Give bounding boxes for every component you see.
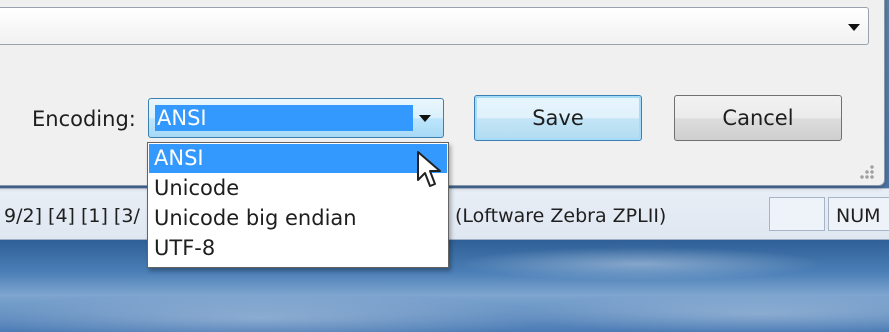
encoding-option-ansi[interactable]: ANSI [149, 144, 447, 173]
encoding-option-unicode-big-endian[interactable]: Unicode big endian [149, 204, 447, 233]
save-button[interactable]: Save [474, 95, 642, 141]
encoding-select-value: ANSI [155, 105, 413, 131]
encoding-option-utf-8[interactable]: UTF-8 [149, 234, 447, 263]
status-text-left: 9/2] [4] [1] [3/ [4, 205, 140, 227]
chevron-down-icon[interactable] [848, 24, 860, 31]
mouse-pointer-icon [417, 151, 441, 187]
resize-grip-icon[interactable] [860, 165, 874, 179]
cancel-button[interactable]: Cancel [674, 95, 842, 141]
status-text-printer: (Loftware Zebra ZPLII) [455, 205, 667, 227]
encoding-label: Encoding: [32, 107, 136, 131]
status-cell-empty [769, 197, 825, 231]
encoding-dropdown-list: ANSI Unicode Unicode big endian UTF-8 [147, 142, 449, 268]
screen: 9/2] [4] [1] [3/ (Loftware Zebra ZPLII) … [0, 0, 889, 332]
encoding-select[interactable]: ANSI [148, 98, 444, 138]
encoding-option-unicode[interactable]: Unicode [149, 174, 447, 203]
chevron-down-icon[interactable] [419, 115, 431, 122]
num-lock-indicator: NUM [836, 205, 881, 227]
save-as-type-combo[interactable] [0, 7, 869, 45]
